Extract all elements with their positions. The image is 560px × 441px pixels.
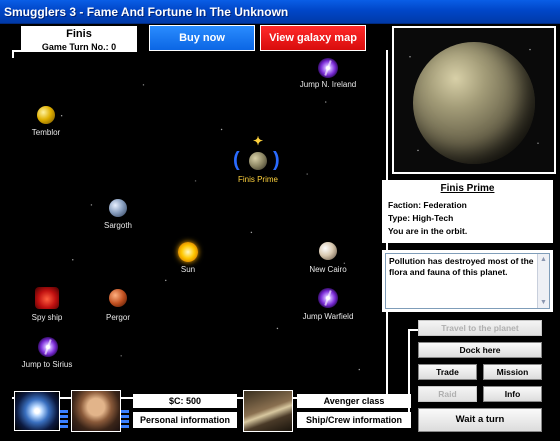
current-body-label: Finis Prime xyxy=(237,175,278,184)
body-label: Sargoth xyxy=(103,221,133,230)
body-label: Spy ship xyxy=(31,313,63,322)
ship-class: Avenger class xyxy=(297,394,411,408)
trade-button[interactable]: Trade xyxy=(418,364,477,380)
planet-render-image xyxy=(413,42,535,164)
body-label: Temblor xyxy=(31,128,61,137)
selection-bracket-right-icon: ) xyxy=(273,149,280,171)
status-bars-icon xyxy=(60,410,68,430)
planet-description-textarea[interactable]: Pollution has destroyed most of the flor… xyxy=(385,253,550,309)
body-label: Pergor xyxy=(105,313,130,322)
map-frame-line xyxy=(12,50,22,52)
ship-portrait[interactable] xyxy=(243,390,293,432)
game-frame: Finis Game Turn No.: 0 Buy now View gala… xyxy=(3,24,557,438)
body-label: Jump to Sirius xyxy=(21,360,73,369)
planet-info-panel: Finis Prime Faction: Federation Type: Hi… xyxy=(382,180,553,243)
dock-here-button[interactable]: Dock here xyxy=(418,342,542,358)
planet-viewer-space xyxy=(394,28,554,172)
action-frame-line xyxy=(408,329,418,331)
star-system-map xyxy=(17,54,389,397)
body-label: Jump N. Ireland xyxy=(299,80,357,89)
planet-finis-prime-icon[interactable] xyxy=(249,152,267,170)
planet-new-cairo-icon[interactable] xyxy=(319,242,337,260)
game-turn: Game Turn No.: 0 xyxy=(41,42,117,52)
mission-button[interactable]: Mission xyxy=(483,364,542,380)
travel-to-planet-button[interactable]: Travel to the planet xyxy=(418,320,542,336)
game-window: Smugglers 3 - Fame And Fortune In The Un… xyxy=(0,0,560,441)
window-title: Smugglers 3 - Fame And Fortune In The Un… xyxy=(4,5,289,19)
location-name: Finis xyxy=(66,28,92,40)
view-galaxy-map-button[interactable]: View galaxy map xyxy=(260,25,366,51)
title-bar: Smugglers 3 - Fame And Fortune In The Un… xyxy=(0,0,560,24)
planet-sargoth-icon[interactable] xyxy=(109,199,127,217)
credits-display: $C: 500 xyxy=(133,394,237,408)
jump-portal-icon[interactable] xyxy=(38,337,58,357)
planet-viewer xyxy=(392,26,556,174)
orbit-status: You are in the orbit. xyxy=(388,226,468,236)
ship-crew-information-button[interactable]: Ship/Crew information xyxy=(297,412,411,428)
planet-temblor-icon[interactable] xyxy=(37,106,55,124)
galaxy-logo-icon xyxy=(14,391,60,431)
planet-faction: Faction: Federation xyxy=(388,200,467,210)
raid-button[interactable]: Raid xyxy=(418,386,477,402)
planet-description-text: Pollution has destroyed most of the flor… xyxy=(389,256,534,277)
planet-type: Type: High-Tech xyxy=(388,213,454,223)
body-label: Sun xyxy=(180,265,196,274)
info-button[interactable]: Info xyxy=(483,386,542,402)
location-header: Finis Game Turn No.: 0 xyxy=(21,26,137,52)
scroll-down-icon[interactable]: ▼ xyxy=(538,297,549,308)
status-bars-icon xyxy=(121,410,129,430)
personal-information-button[interactable]: Personal information xyxy=(133,412,237,428)
spy-ship-icon[interactable] xyxy=(35,287,59,309)
body-label: New Cairo xyxy=(309,265,347,274)
body-label: Jump Warfield xyxy=(302,312,354,321)
buy-now-button[interactable]: Buy now xyxy=(149,25,255,51)
sun-icon[interactable] xyxy=(178,242,198,262)
scroll-up-icon[interactable]: ▲ xyxy=(538,254,549,265)
description-scrollbar[interactable]: ▲ ▼ xyxy=(537,254,549,308)
planet-pergor-icon[interactable] xyxy=(109,289,127,307)
jump-portal-icon[interactable] xyxy=(318,58,338,78)
planet-info-title: Finis Prime xyxy=(440,183,495,194)
planet-description-box: Pollution has destroyed most of the flor… xyxy=(382,250,553,312)
selection-bracket-left-icon: ( xyxy=(233,149,240,171)
wait-turn-button[interactable]: Wait a turn xyxy=(418,408,542,432)
player-ship-icon: ✦ xyxy=(252,134,264,148)
pilot-portrait[interactable] xyxy=(71,390,121,432)
jump-portal-icon[interactable] xyxy=(318,288,338,308)
